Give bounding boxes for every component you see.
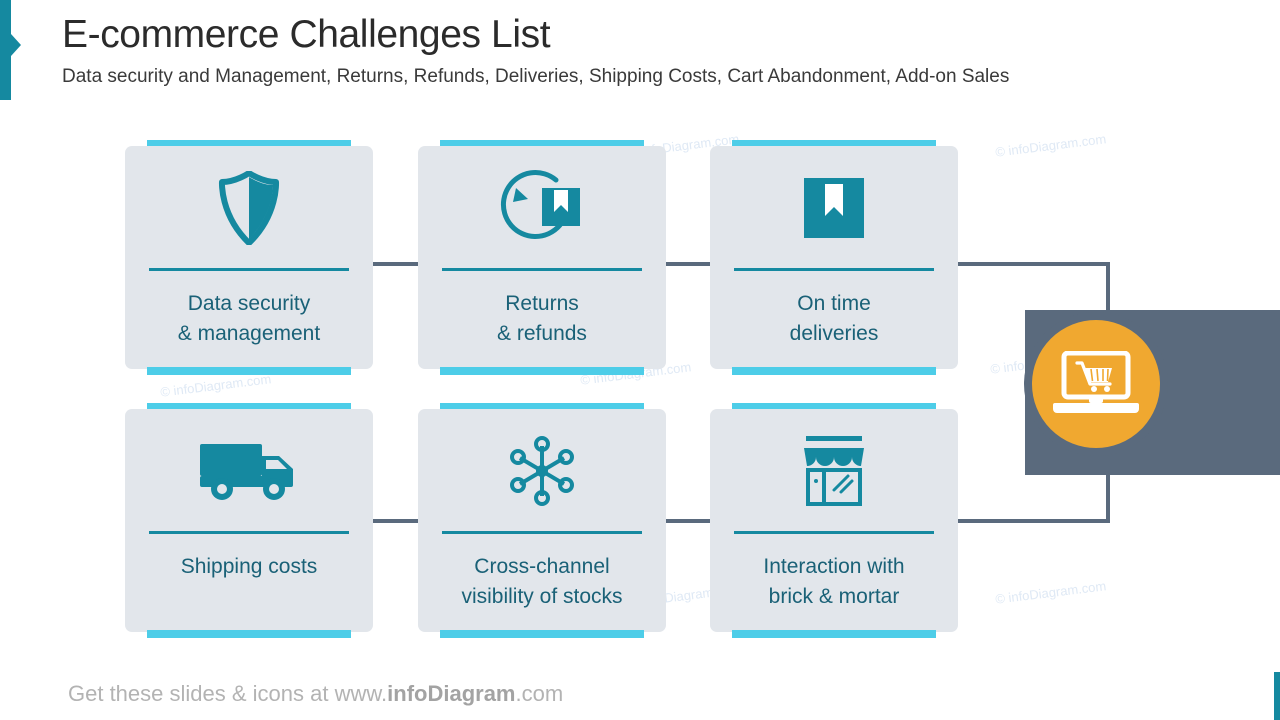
card-label: On time deliveries — [789, 292, 879, 345]
card-body: Cross-channel visibility of stocks — [418, 409, 666, 632]
card-bottom-bar — [732, 630, 936, 638]
card-label: Shipping costs — [180, 555, 318, 578]
storefront-icon — [710, 423, 958, 519]
card-body: Interaction with brick & mortar — [710, 409, 958, 632]
challenge-card-grid: Data security & management Returns & ref… — [0, 0, 1280, 720]
card-body: Data security & management — [125, 146, 373, 369]
card-divider — [442, 531, 642, 534]
card-divider — [734, 268, 934, 271]
footer-brand: infoDiagram — [387, 681, 516, 706]
card-divider — [149, 531, 349, 534]
shield-icon — [125, 160, 373, 256]
card-bottom-bar — [732, 367, 936, 375]
challenge-card-data-security[interactable]: Data security & management — [125, 140, 373, 375]
challenge-card-brick-and-mortar[interactable]: Interaction with brick & mortar — [710, 403, 958, 638]
challenge-card-on-time-deliveries[interactable]: On time deliveries — [710, 140, 958, 375]
card-body: Returns & refunds — [418, 146, 666, 369]
card-body: On time deliveries — [710, 146, 958, 369]
challenge-card-returns-refunds[interactable]: Returns & refunds — [418, 140, 666, 375]
card-divider — [149, 268, 349, 271]
card-bottom-bar — [440, 630, 644, 638]
card-divider — [442, 268, 642, 271]
card-body: Shipping costs — [125, 409, 373, 632]
card-label: Cross-channel visibility of stocks — [461, 555, 623, 608]
network-hub-icon — [418, 423, 666, 519]
card-divider — [734, 531, 934, 534]
card-bottom-bar — [147, 630, 351, 638]
card-label: Interaction with brick & mortar — [763, 555, 905, 608]
footer-prefix: Get these slides & icons at www. — [68, 681, 388, 706]
footer-suffix: .com — [515, 681, 564, 706]
challenge-card-cross-channel-visibility[interactable]: Cross-channel visibility of stocks — [418, 403, 666, 638]
footer-credit[interactable]: Get these slides & icons at www.infoDiag… — [68, 681, 563, 707]
delivery-truck-icon — [125, 423, 373, 519]
returns-arrow-box-icon — [418, 160, 666, 256]
bookmark-box-icon — [710, 160, 958, 256]
challenge-card-shipping-costs[interactable]: Shipping costs — [125, 403, 373, 638]
card-label: Returns & refunds — [497, 292, 587, 345]
card-bottom-bar — [440, 367, 644, 375]
footer-right-accent-bar — [1274, 672, 1280, 720]
card-label: Data security & management — [177, 292, 321, 345]
card-bottom-bar — [147, 367, 351, 375]
